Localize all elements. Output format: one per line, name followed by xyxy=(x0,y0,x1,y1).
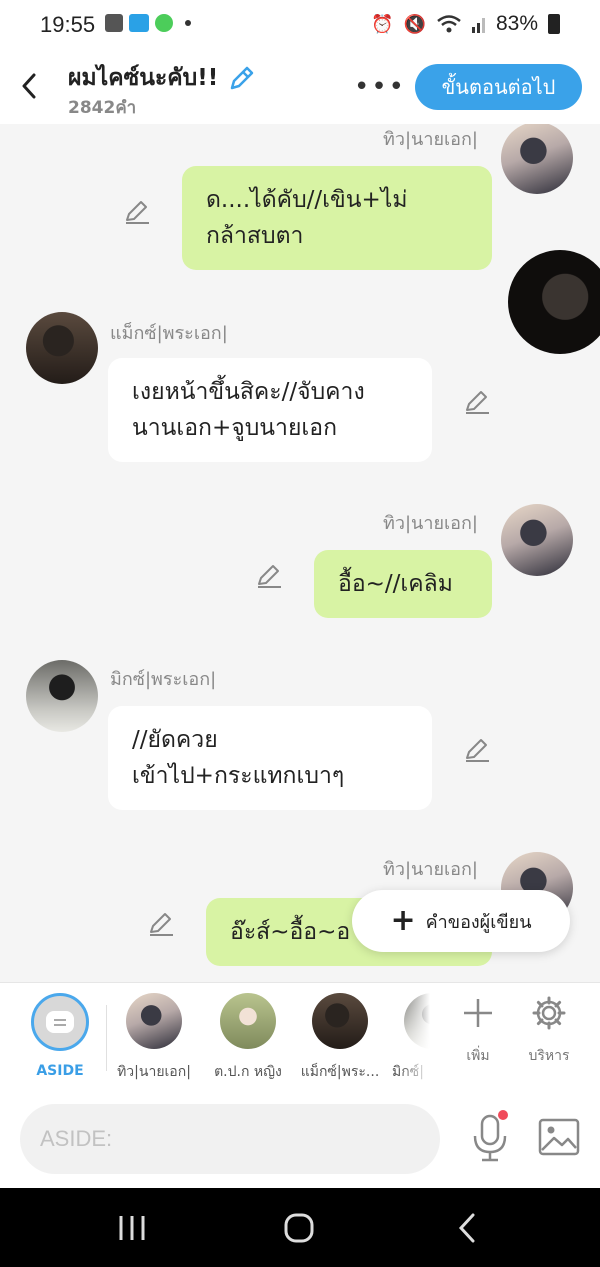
signal-icon xyxy=(471,18,485,33)
add-character-button[interactable]: เพิ่ม xyxy=(443,995,513,1067)
message-bubble[interactable]: ด....ได้คับ//เขิน+ไม่ กล้าสบตา xyxy=(182,166,492,270)
character-label: ASIDE xyxy=(36,1063,84,1079)
more-options-button[interactable]: ••• xyxy=(354,72,406,102)
scroll-fade xyxy=(400,983,430,1093)
character-label: แม็กซ์|พระ... xyxy=(300,1064,380,1080)
author-note-button[interactable]: + คำของผู้เขียน xyxy=(352,890,570,952)
notification-icons xyxy=(105,14,191,32)
aside-input[interactable] xyxy=(20,1104,440,1174)
edit-message-icon[interactable] xyxy=(146,908,176,938)
message-bubble[interactable]: //ยัดควย เข้าไป+กระแทกเบาๆ xyxy=(108,706,432,810)
gear-icon xyxy=(532,996,566,1030)
edit-message-icon[interactable] xyxy=(122,196,152,226)
edit-title-icon[interactable] xyxy=(228,64,256,92)
character-item[interactable]: แม็กซ์|พระ... xyxy=(300,993,380,1083)
narration-icon xyxy=(46,1011,74,1033)
chevron-left-icon xyxy=(22,73,36,99)
status-time: 19:55 xyxy=(40,12,96,37)
episode-title[interactable]: ผมไคซ์นะคับ!! xyxy=(68,60,256,96)
add-label: เพิ่ม xyxy=(466,1048,490,1064)
avatar[interactable] xyxy=(501,124,573,194)
author-note-label: คำของผู้เขียน xyxy=(425,911,532,933)
episode-title-text: ผมไคซ์นะคับ!! xyxy=(68,65,219,91)
message-sender: ทิว|นายเอก| xyxy=(383,129,478,150)
input-bar xyxy=(0,1092,600,1188)
next-step-button[interactable]: ขั้นตอนต่อไป xyxy=(415,64,582,110)
edit-message-icon[interactable] xyxy=(462,734,492,764)
aside-avatar xyxy=(31,993,89,1051)
manage-label: บริหาร xyxy=(528,1048,570,1064)
chat-area[interactable]: ทิว|นายเอก| ด....ได้คับ//เขิน+ไม่ กล้าสบ… xyxy=(0,124,600,982)
character-label: ทิว|นายเอก| xyxy=(117,1064,191,1080)
system-back-button[interactable] xyxy=(454,1208,480,1248)
message-line: อื้อ~//เคลิม xyxy=(338,571,453,597)
recent-apps-button[interactable] xyxy=(116,1208,148,1248)
message-line: เงยหน้าขึ้นสิคะ//จับคาง xyxy=(132,379,365,405)
message-line: กล้าสบตา xyxy=(206,223,304,249)
plus-icon: + xyxy=(390,903,416,938)
image-icon[interactable] xyxy=(538,1118,580,1156)
divider xyxy=(106,1005,107,1071)
avatar[interactable] xyxy=(26,660,98,732)
floating-avatar[interactable] xyxy=(508,250,600,354)
wifi-icon xyxy=(437,15,461,33)
line-icon xyxy=(155,14,173,32)
microphone-icon[interactable] xyxy=(470,1114,510,1162)
back-button[interactable] xyxy=(14,66,44,106)
message-sender: มิกซ์|พระเอก| xyxy=(110,669,217,690)
message-line: ด....ได้คับ//เขิน+ไม่ xyxy=(206,187,408,213)
message-line: นานเอก+จูบนายเอก xyxy=(132,415,338,441)
system-nav-bar xyxy=(0,1188,600,1267)
avatar[interactable] xyxy=(501,504,573,576)
manage-button[interactable]: บริหาร xyxy=(514,995,584,1067)
recording-indicator xyxy=(498,1110,508,1120)
character-item[interactable]: ทิว|นายเอก| xyxy=(114,993,194,1083)
battery-icon xyxy=(548,14,560,34)
message-bubble[interactable]: อื้อ~//เคลิม xyxy=(314,550,492,618)
message-sender: ทิว|นายเอก| xyxy=(383,859,478,880)
back-icon xyxy=(458,1213,475,1243)
avatar xyxy=(220,993,276,1049)
avatar[interactable] xyxy=(26,312,98,384)
message-sender: ทิว|นายเอก| xyxy=(383,513,478,534)
alarm-icon: ⏰ xyxy=(371,13,394,34)
recent-apps-icon xyxy=(119,1216,145,1240)
home-icon xyxy=(284,1213,314,1243)
status-right: ⏰ 🔇 83% xyxy=(371,12,560,36)
word-count: 2842คำ xyxy=(68,98,137,118)
edit-message-icon[interactable] xyxy=(462,386,492,416)
plus-icon xyxy=(464,999,492,1027)
editor-header: ผมไคซ์นะคับ!! 2842คำ ••• ขั้นตอนต่อไป xyxy=(0,50,600,124)
character-bar: ASIDE ทิว|นายเอก| ต.ป.ก หญิง แม็กซ์|พระ.… xyxy=(0,982,600,1093)
mute-icon: 🔇 xyxy=(403,13,426,34)
more-notifications-icon xyxy=(185,20,191,26)
edit-message-icon[interactable] xyxy=(254,560,284,590)
message-line: //ยัดควย xyxy=(132,727,218,753)
webtoon-icon xyxy=(129,14,149,32)
avatar xyxy=(312,993,368,1049)
home-button[interactable] xyxy=(282,1208,316,1248)
gallery-icon xyxy=(105,14,123,32)
message-sender: แม็กซ์|พระเอก| xyxy=(110,323,228,344)
message-line: เข้าไป+กระแทกเบาๆ xyxy=(132,763,345,789)
message-bubble[interactable]: เงยหน้าขึ้นสิคะ//จับคาง นานเอก+จูบนายเอก xyxy=(108,358,432,462)
character-item[interactable]: ต.ป.ก หญิง xyxy=(208,993,288,1083)
status-bar: 19:55 ⏰ 🔇 83% xyxy=(0,0,600,50)
character-aside[interactable]: ASIDE xyxy=(20,993,100,1079)
battery-percent: 83% xyxy=(495,12,538,35)
character-label: ต.ป.ก หญิง xyxy=(214,1064,282,1080)
avatar xyxy=(126,993,182,1049)
